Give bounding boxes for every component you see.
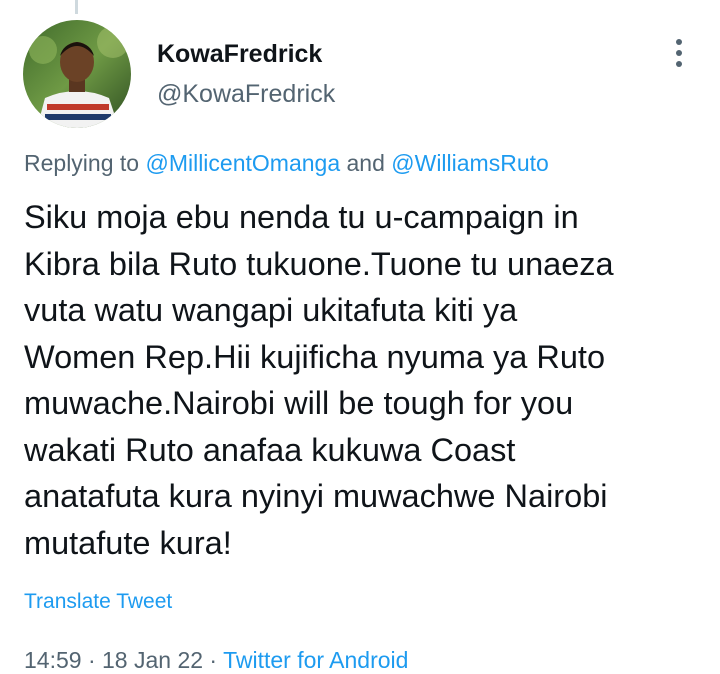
translate-tweet-link[interactable]: Translate Tweet — [24, 590, 172, 614]
replying-to-line: Replying to @MillicentOmanga and @Willia… — [24, 150, 549, 177]
thread-connector-line — [75, 0, 78, 14]
replying-prefix: Replying to — [24, 150, 146, 176]
replying-connector: and — [340, 150, 392, 176]
avatar[interactable] — [23, 20, 131, 128]
mention-link-millicent[interactable]: @MillicentOmanga — [145, 150, 340, 176]
tweet-date[interactable]: 18 Jan 22 — [102, 647, 203, 673]
tweet-time[interactable]: 14:59 — [24, 647, 82, 673]
mention-link-williamsruto[interactable]: @WilliamsRuto — [391, 150, 549, 176]
tweet-metadata: 14:59 · 18 Jan 22 · Twitter for Android — [24, 647, 408, 674]
more-vertical-icon[interactable] — [664, 36, 694, 70]
meta-separator: · — [203, 647, 224, 673]
tweet-source-link[interactable]: Twitter for Android — [223, 647, 408, 673]
display-name[interactable]: KowaFredrick — [157, 40, 322, 69]
user-handle[interactable]: @KowaFredrick — [157, 80, 335, 109]
meta-separator: · — [81, 647, 103, 673]
tweet-text: Siku moja ebu nenda tu u-campaign in Kib… — [24, 199, 614, 561]
